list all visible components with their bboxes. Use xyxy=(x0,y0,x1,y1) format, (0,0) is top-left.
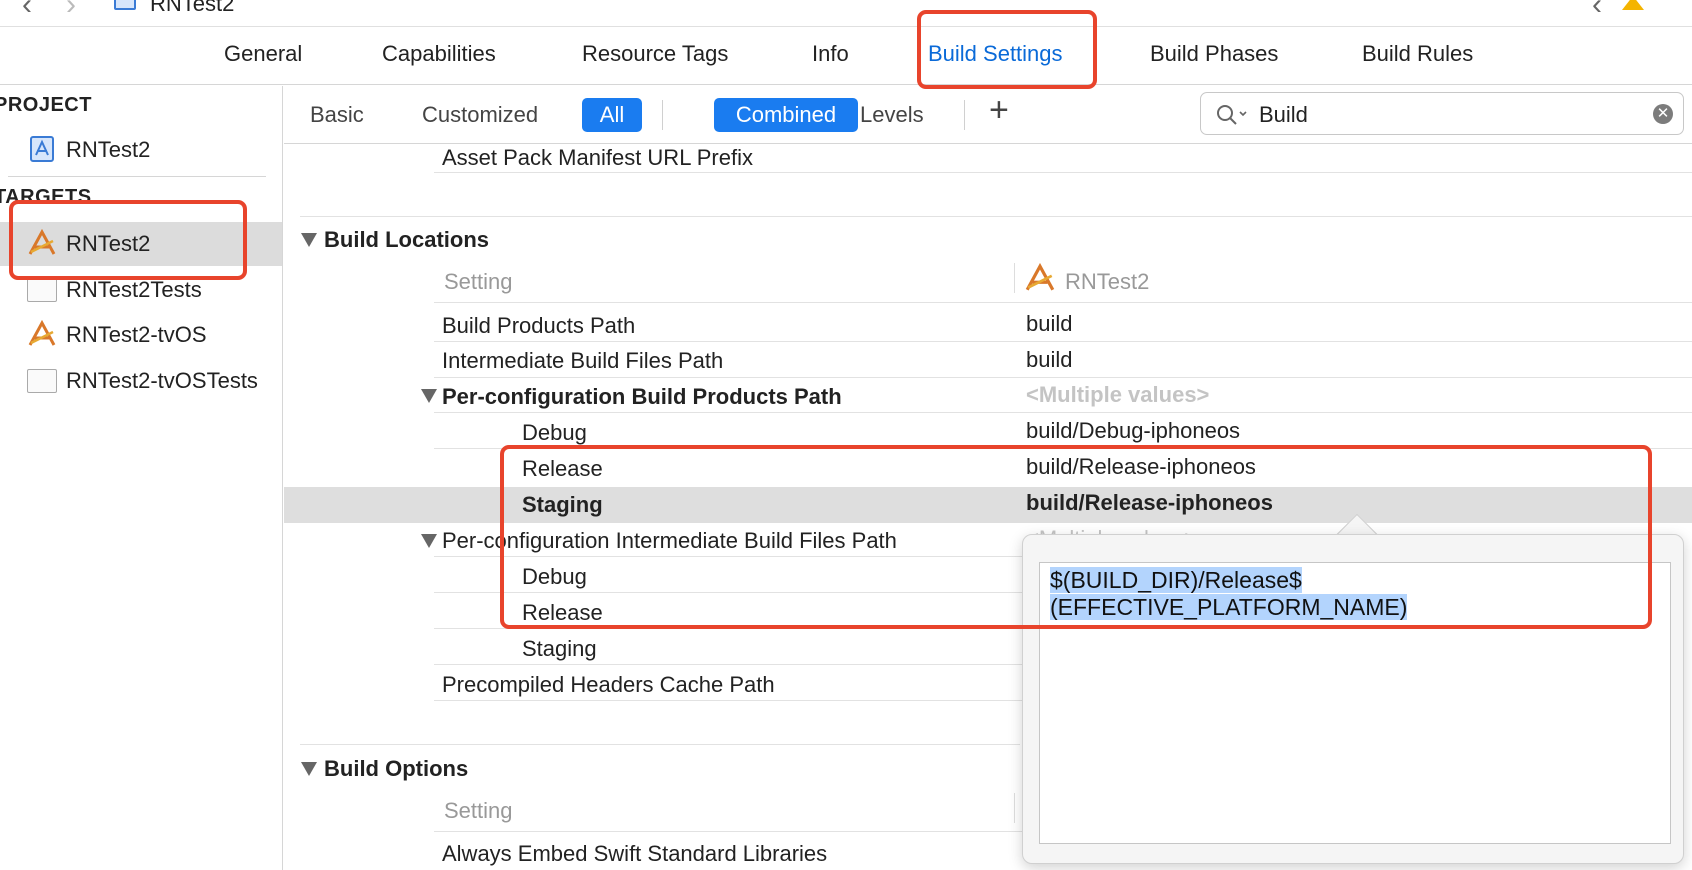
disclosure-triangle-icon[interactable] xyxy=(421,534,437,548)
tab-build-rules[interactable]: Build Rules xyxy=(1362,41,1473,67)
annotation-box-selected-target xyxy=(9,200,247,280)
sidebar-item-label: RNTest2Tests xyxy=(66,277,202,302)
setting-name[interactable]: Precompiled Headers Cache Path xyxy=(442,672,775,698)
row-divider xyxy=(434,412,1692,413)
section-title-build-options: Build Options xyxy=(324,756,469,781)
column-header-target: RNTest2 xyxy=(1065,269,1150,294)
tab-resource-tags[interactable]: Resource Tags xyxy=(582,41,728,67)
column-divider xyxy=(1014,263,1015,293)
editor-tab-bar: General Capabilities Resource Tags Info … xyxy=(0,27,1692,85)
row-divider xyxy=(434,700,1024,701)
column-header-setting: Setting xyxy=(444,269,513,294)
row-divider xyxy=(434,172,1692,173)
app-target-icon xyxy=(27,319,57,348)
project-title: RNTest2 xyxy=(150,0,235,16)
section-divider xyxy=(300,744,1020,745)
tab-general[interactable]: General xyxy=(224,41,302,67)
row-divider xyxy=(434,664,1024,665)
add-setting-button[interactable]: + xyxy=(989,91,1009,130)
search-icon xyxy=(1217,105,1247,125)
setting-name[interactable]: Build Products Path xyxy=(442,313,635,339)
annotation-box-build-settings-tab xyxy=(917,10,1097,89)
setting-value[interactable]: build/Debug-iphoneos xyxy=(1026,418,1240,444)
column-header-setting: Setting xyxy=(444,798,513,823)
filter-customized-button[interactable]: Customized xyxy=(422,102,538,128)
section-title-build-locations: Build Locations xyxy=(324,227,489,252)
test-bundle-icon xyxy=(27,369,57,393)
sidebar-item-label: RNTest2 xyxy=(66,137,151,162)
back-arrow-icon[interactable]: ‹ xyxy=(22,0,32,22)
tab-build-phases[interactable]: Build Phases xyxy=(1150,41,1278,67)
setting-name[interactable]: Per-configuration Build Products Path xyxy=(442,384,842,410)
setting-value[interactable]: build xyxy=(1026,311,1072,337)
project-file-icon xyxy=(27,135,57,163)
app-target-icon xyxy=(1025,263,1055,291)
sidebar-item-project[interactable]: RNTest2 xyxy=(0,128,282,172)
setting-row-asset-pack[interactable]: Asset Pack Manifest URL Prefix xyxy=(442,145,753,171)
project-section-header: PROJECT xyxy=(0,94,92,116)
filter-all-button[interactable]: All xyxy=(582,98,642,132)
setting-value[interactable]: build xyxy=(1026,347,1072,373)
related-items-arrow-icon[interactable]: ‹ xyxy=(1592,0,1602,22)
setting-value[interactable]: <Multiple values> xyxy=(1026,382,1209,408)
divider xyxy=(8,176,266,177)
sidebar-item-target-rntest2-tvostests[interactable]: RNTest2-tvOSTests xyxy=(0,359,282,403)
disclosure-triangle-icon[interactable] xyxy=(301,762,317,776)
warning-icon[interactable] xyxy=(1622,0,1644,10)
sidebar-item-label: RNTest2-tvOS xyxy=(66,322,207,347)
column-divider xyxy=(1014,793,1015,823)
build-settings-filter-bar: Basic Customized All Combined Levels + B… xyxy=(284,86,1692,144)
project-file-icon xyxy=(114,0,136,10)
setting-name[interactable]: Always Embed Swift Standard Libraries xyxy=(442,841,827,867)
tab-capabilities[interactable]: Capabilities xyxy=(382,41,496,67)
sidebar-item-target-rntest2-tvos[interactable]: RNTest2-tvOS xyxy=(0,313,282,357)
sidebar-item-label: RNTest2-tvOSTests xyxy=(66,368,258,393)
row-divider xyxy=(434,377,1692,378)
section-divider xyxy=(300,216,1692,217)
row-divider xyxy=(434,341,1692,342)
search-field[interactable]: Build ✕ xyxy=(1200,92,1684,135)
setting-name[interactable]: Debug xyxy=(522,420,587,446)
divider xyxy=(964,100,965,130)
view-combined-button[interactable]: Combined xyxy=(714,98,858,132)
tab-info[interactable]: Info xyxy=(812,41,849,67)
filter-basic-button[interactable]: Basic xyxy=(310,102,364,128)
test-bundle-icon xyxy=(27,278,57,302)
disclosure-triangle-icon[interactable] xyxy=(301,233,317,247)
setting-name[interactable]: Intermediate Build Files Path xyxy=(442,348,723,374)
forward-arrow-icon[interactable]: › xyxy=(66,0,76,22)
search-input[interactable]: Build xyxy=(1259,102,1308,128)
window-titlebar: ‹ › RNTest2 ‹ xyxy=(0,0,1692,27)
disclosure-triangle-icon[interactable] xyxy=(421,389,437,403)
clear-search-icon[interactable]: ✕ xyxy=(1653,104,1673,124)
divider xyxy=(662,100,663,130)
row-divider xyxy=(434,831,1024,832)
row-divider xyxy=(434,302,1692,303)
annotation-box-release-staging-paths xyxy=(500,445,1652,629)
setting-name[interactable]: Staging xyxy=(522,636,597,662)
view-levels-button[interactable]: Levels xyxy=(860,102,924,128)
